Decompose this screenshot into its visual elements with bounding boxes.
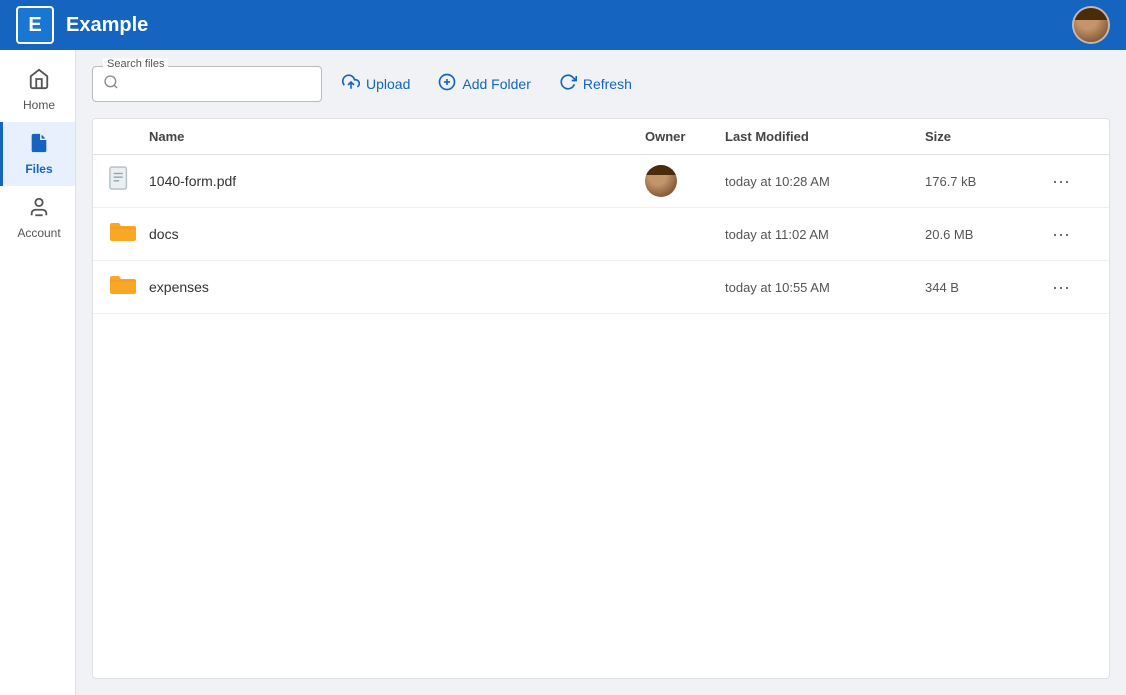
more-actions-cell: ···: [1045, 218, 1093, 250]
file-table: Name Owner Last Modified Size 1040-form.…: [92, 118, 1110, 679]
file-size: 344 B: [925, 280, 1045, 295]
more-options-button[interactable]: ···: [1045, 165, 1077, 197]
more-actions-cell: ···: [1045, 165, 1093, 197]
search-container: Search files: [92, 66, 322, 102]
file-modified: today at 11:02 AM: [725, 227, 925, 242]
search-input[interactable]: [129, 69, 309, 99]
search-icon: [103, 74, 119, 95]
file-size: 176.7 kB: [925, 174, 1045, 189]
owner-avatar: [645, 165, 677, 197]
file-name: docs: [149, 226, 645, 242]
search-label: Search files: [103, 58, 168, 70]
folder-type-icon: [109, 273, 149, 302]
sidebar-label-home: Home: [23, 98, 55, 112]
add-folder-button[interactable]: Add Folder: [430, 67, 538, 102]
sidebar-label-files: Files: [25, 162, 52, 176]
table-row[interactable]: 1040-form.pdf today at 10:28 AM 176.7 kB…: [93, 155, 1109, 208]
table-row[interactable]: expenses today at 10:55 AM 344 B ···: [93, 261, 1109, 314]
refresh-button[interactable]: Refresh: [551, 67, 640, 102]
sidebar-label-account: Account: [17, 226, 60, 240]
file-modified: today at 10:55 AM: [725, 280, 925, 295]
col-icon: [109, 129, 149, 144]
upload-button[interactable]: Upload: [334, 67, 418, 102]
col-modified: Last Modified: [725, 129, 925, 144]
sidebar-item-files[interactable]: Files: [0, 122, 75, 186]
col-owner: Owner: [645, 129, 725, 144]
sidebar: Home Files Account: [0, 50, 76, 695]
file-name: expenses: [149, 279, 645, 295]
table-row[interactable]: docs today at 11:02 AM 20.6 MB ···: [93, 208, 1109, 261]
file-owner: [645, 165, 725, 197]
app-header: E Example: [0, 0, 1126, 50]
file-name: 1040-form.pdf: [149, 173, 645, 189]
more-options-button[interactable]: ···: [1045, 271, 1077, 303]
file-modified: today at 10:28 AM: [725, 174, 925, 189]
refresh-label: Refresh: [583, 76, 632, 92]
app-logo: E: [16, 6, 54, 44]
more-options-button[interactable]: ···: [1045, 218, 1077, 250]
upload-icon: [342, 73, 360, 96]
col-name: Name: [149, 129, 645, 144]
file-type-icon: [109, 166, 149, 197]
file-size: 20.6 MB: [925, 227, 1045, 242]
folder-type-icon: [109, 220, 149, 249]
main-layout: Home Files Account: [0, 50, 1126, 695]
account-icon: [28, 196, 50, 222]
content-area: Search files Upload: [76, 50, 1126, 695]
add-folder-icon: [438, 73, 456, 96]
upload-label: Upload: [366, 76, 410, 92]
add-folder-label: Add Folder: [462, 76, 530, 92]
app-title: Example: [66, 14, 1072, 37]
sidebar-item-home[interactable]: Home: [0, 58, 75, 122]
logo-letter: E: [28, 14, 41, 37]
refresh-icon: [559, 73, 577, 96]
col-size: Size: [925, 129, 1045, 144]
home-icon: [28, 68, 50, 94]
sidebar-item-account[interactable]: Account: [0, 186, 75, 250]
more-actions-cell: ···: [1045, 271, 1093, 303]
table-header: Name Owner Last Modified Size: [93, 119, 1109, 155]
user-avatar[interactable]: [1072, 6, 1110, 44]
files-icon: [28, 132, 50, 158]
toolbar: Search files Upload: [92, 66, 1110, 102]
col-actions: [1045, 129, 1093, 144]
